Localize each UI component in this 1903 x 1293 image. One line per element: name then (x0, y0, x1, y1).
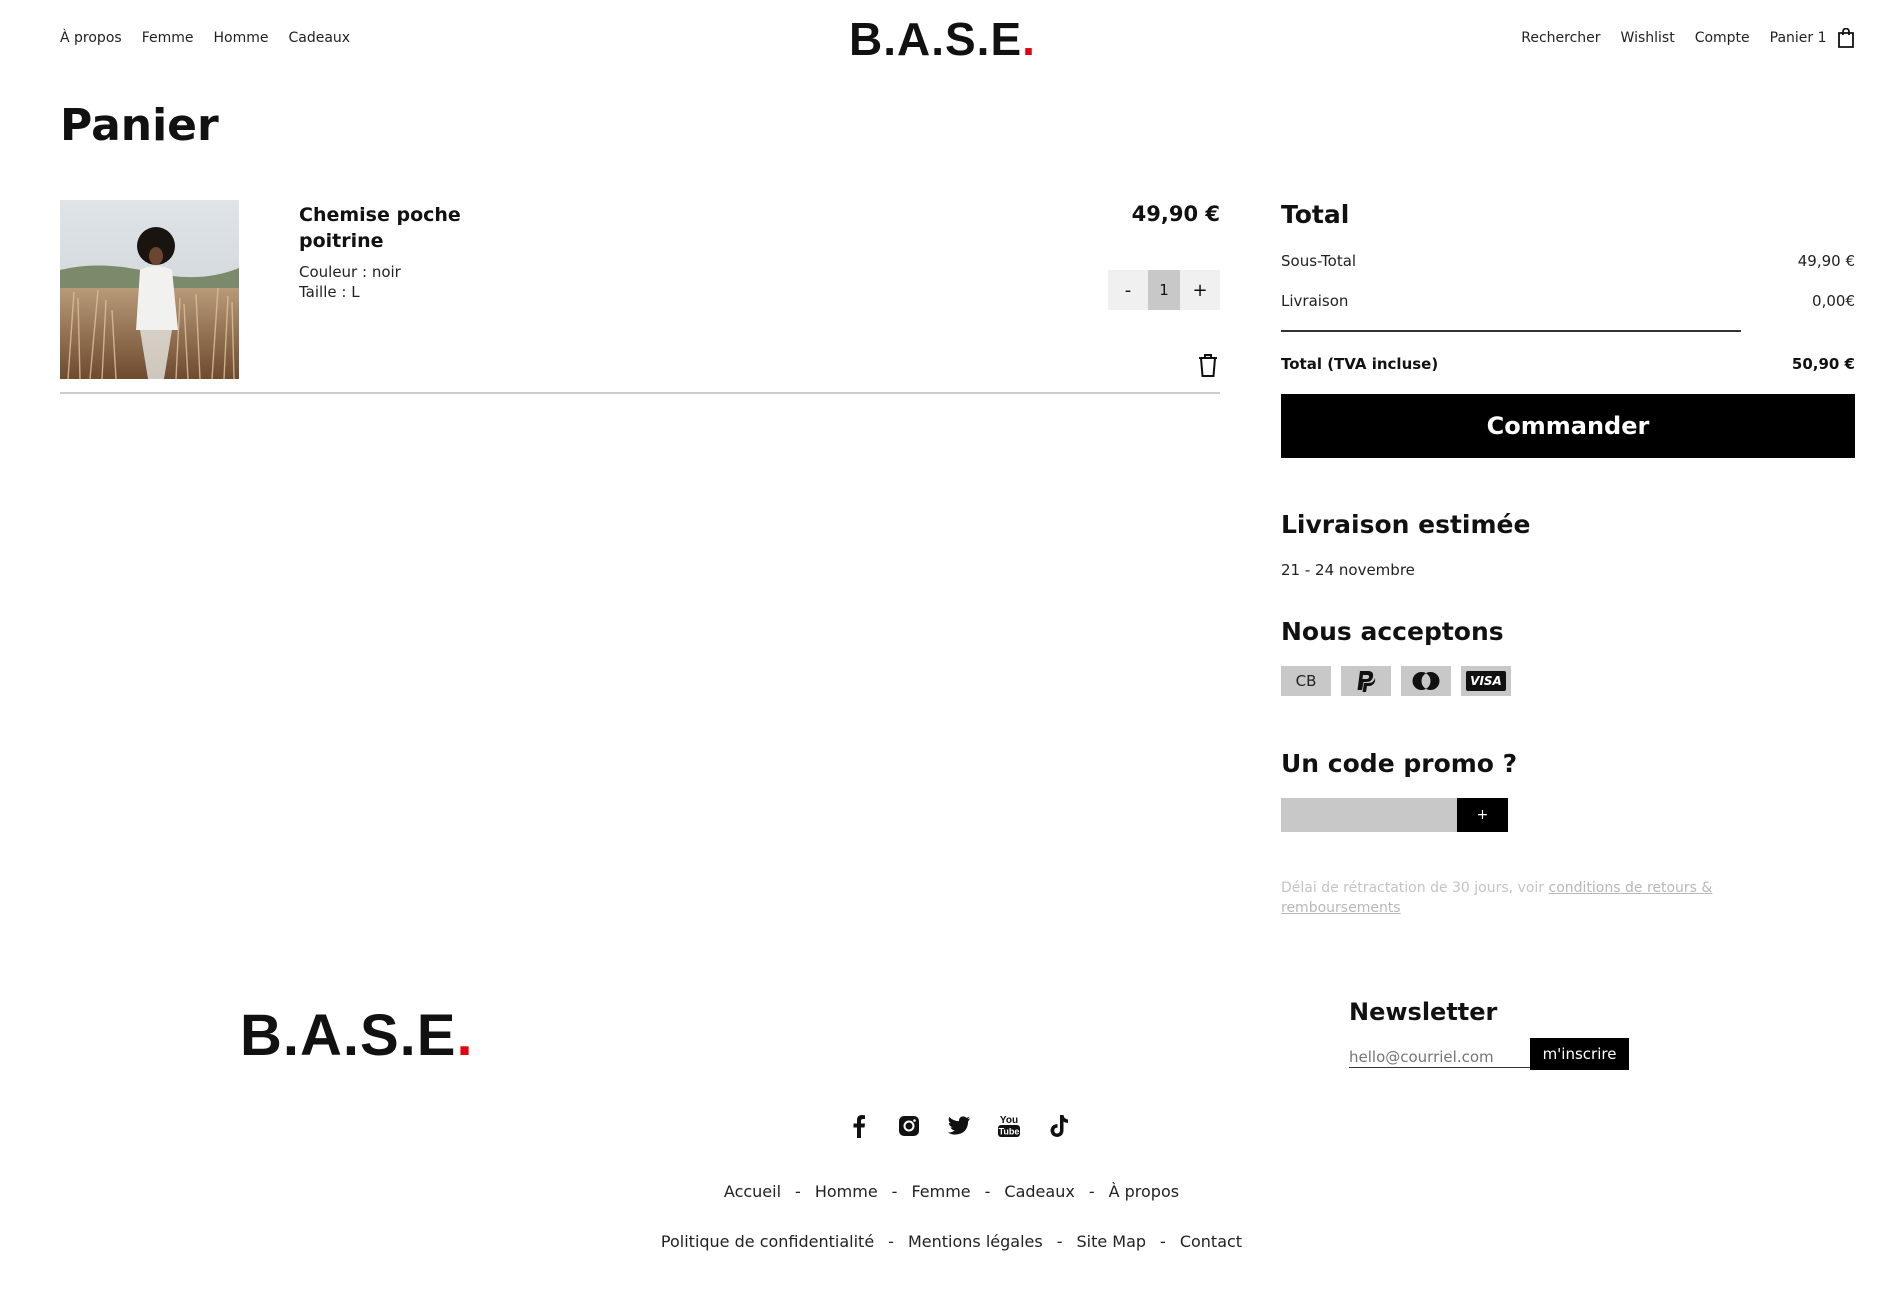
quantity-increase-button[interactable]: + (1180, 270, 1220, 310)
footer-link-women[interactable]: Femme (911, 1182, 970, 1201)
product-image[interactable] (60, 200, 239, 379)
footer-logo-text: B.A.S.E (240, 1003, 457, 1068)
cart-label: Panier 1 (1769, 30, 1827, 46)
product-photo (60, 200, 239, 379)
nav-link-wishlist[interactable]: Wishlist (1621, 30, 1675, 46)
shipping-value: 0,00€ (1812, 292, 1855, 310)
shipping-row: Livraison 0,00€ (1281, 292, 1855, 310)
checkout-button[interactable]: Commander (1281, 394, 1855, 458)
footer-separator: - (1056, 1232, 1063, 1251)
product-price: 49,90 € (1131, 202, 1220, 226)
promo-apply-button[interactable]: + (1457, 798, 1508, 832)
promo-code-input[interactable] (1281, 798, 1457, 832)
mastercard-icon (1401, 666, 1451, 696)
page-title: Panier (60, 100, 219, 151)
logo-dot: . (1022, 13, 1036, 65)
product-color: Couleur : noir (299, 263, 401, 281)
footer-link-home[interactable]: Accueil (724, 1182, 781, 1201)
payment-methods: CB VISA (1281, 666, 1511, 696)
svg-text:Tube: Tube (999, 1127, 1020, 1137)
newsletter-email-input[interactable] (1349, 1038, 1530, 1068)
account-nav: Rechercher Wishlist Compte Panier 1 (1521, 28, 1855, 48)
return-policy-text: Délai de rétractation de 30 jours, voir (1281, 880, 1549, 896)
footer-separator: - (888, 1232, 894, 1251)
footer-link-sitemap[interactable]: Site Map (1076, 1232, 1146, 1251)
footer-link-legal[interactable]: Mentions légales (908, 1232, 1043, 1251)
nav-link-cart[interactable]: Panier 1 (1770, 28, 1855, 48)
logo-text: B.A.S.E (849, 13, 1023, 65)
product-size: Taille : L (299, 283, 360, 301)
nav-link-gifts[interactable]: Cadeaux (288, 30, 350, 46)
nav-link-account[interactable]: Compte (1695, 30, 1750, 46)
twitter-icon[interactable] (945, 1112, 973, 1140)
promo-form: + (1281, 798, 1508, 832)
summary-divider (1281, 330, 1741, 332)
total-value: 50,90 € (1791, 355, 1855, 373)
footer-logo-dot: . (456, 1003, 474, 1068)
newsletter-title: Newsletter (1349, 998, 1498, 1026)
total-label: Total (TVA incluse) (1281, 355, 1439, 373)
paypal-logo (1357, 671, 1376, 692)
footer-nav: Accueil - Homme - Femme - Cadeaux - À propos (0, 1182, 1903, 1201)
subtotal-label: Sous-Total (1281, 252, 1357, 270)
subtotal-row: Sous-Total 49,90 € (1281, 252, 1855, 270)
footer-legal-nav: Politique de confidentialité - Mentions lé… (0, 1232, 1903, 1251)
footer-separator: - (1160, 1232, 1166, 1251)
svg-text:You: You (1000, 1115, 1018, 1126)
cb-label: CB (1295, 672, 1317, 690)
nav-link-search[interactable]: Rechercher (1521, 30, 1600, 46)
payments-title: Nous acceptons (1281, 617, 1504, 646)
footer-separator: - (795, 1182, 801, 1201)
site-logo[interactable]: B.A.S.E. (849, 12, 1036, 66)
total-row: Total (TVA incluse) 50,90 € (1281, 355, 1855, 373)
quantity-decrease-button[interactable]: - (1108, 270, 1148, 310)
main-nav: À propos Femme Homme Cadeaux (60, 30, 350, 46)
mastercard-logo (1412, 672, 1440, 690)
youtube-icon[interactable]: You Tube (995, 1112, 1023, 1140)
promo-title: Un code promo ? (1281, 749, 1518, 778)
delivery-dates: 21 - 24 novembre (1281, 561, 1415, 579)
nav-link-about[interactable]: À propos (60, 30, 122, 46)
summary-title: Total (1281, 200, 1350, 229)
footer-separator: - (984, 1182, 991, 1201)
footer-separator: - (891, 1182, 898, 1201)
footer-link-about[interactable]: À propos (1109, 1182, 1179, 1201)
paypal-icon (1341, 666, 1391, 696)
facebook-icon[interactable] (845, 1112, 873, 1140)
visa-label: VISA (1466, 671, 1506, 691)
footer-link-gifts[interactable]: Cadeaux (1004, 1182, 1074, 1201)
footer-separator: - (1088, 1182, 1095, 1201)
shopping-bag-icon (1838, 28, 1854, 48)
subtotal-value: 49,90 € (1797, 252, 1855, 270)
cb-card-icon: CB (1281, 666, 1331, 696)
newsletter-subscribe-button[interactable]: m'inscrire (1530, 1038, 1629, 1070)
nav-link-men[interactable]: Homme (213, 30, 268, 46)
visa-icon: VISA (1461, 666, 1511, 696)
instagram-icon[interactable] (895, 1112, 923, 1140)
shipping-label: Livraison (1281, 292, 1349, 310)
delivery-title: Livraison estimée (1281, 510, 1531, 539)
footer-link-men[interactable]: Homme (815, 1182, 878, 1201)
newsletter-form: m'inscrire (1349, 1038, 1629, 1070)
quantity-stepper: - 1 + (1108, 270, 1220, 310)
footer-link-privacy[interactable]: Politique de confidentialité (661, 1232, 874, 1251)
product-name[interactable]: Chemise poche poitrine (299, 202, 499, 254)
nav-link-women[interactable]: Femme (142, 30, 194, 46)
return-policy-note: Délai de rétractation de 30 jours, voir … (1281, 878, 1761, 918)
quantity-value: 1 (1148, 270, 1180, 310)
trash-icon[interactable] (1196, 352, 1220, 378)
site-header: À propos Femme Homme Cadeaux B.A.S.E. Re… (0, 0, 1903, 80)
footer-logo[interactable]: B.A.S.E. (240, 1002, 474, 1069)
tiktok-icon[interactable] (1045, 1112, 1073, 1140)
social-links: You Tube (845, 1112, 1073, 1140)
cart-item: Chemise poche poitrine Couleur : noir Ta… (60, 200, 1220, 394)
product-attributes: Couleur : noir Taille : L (299, 262, 401, 302)
footer-link-contact[interactable]: Contact (1180, 1232, 1242, 1251)
